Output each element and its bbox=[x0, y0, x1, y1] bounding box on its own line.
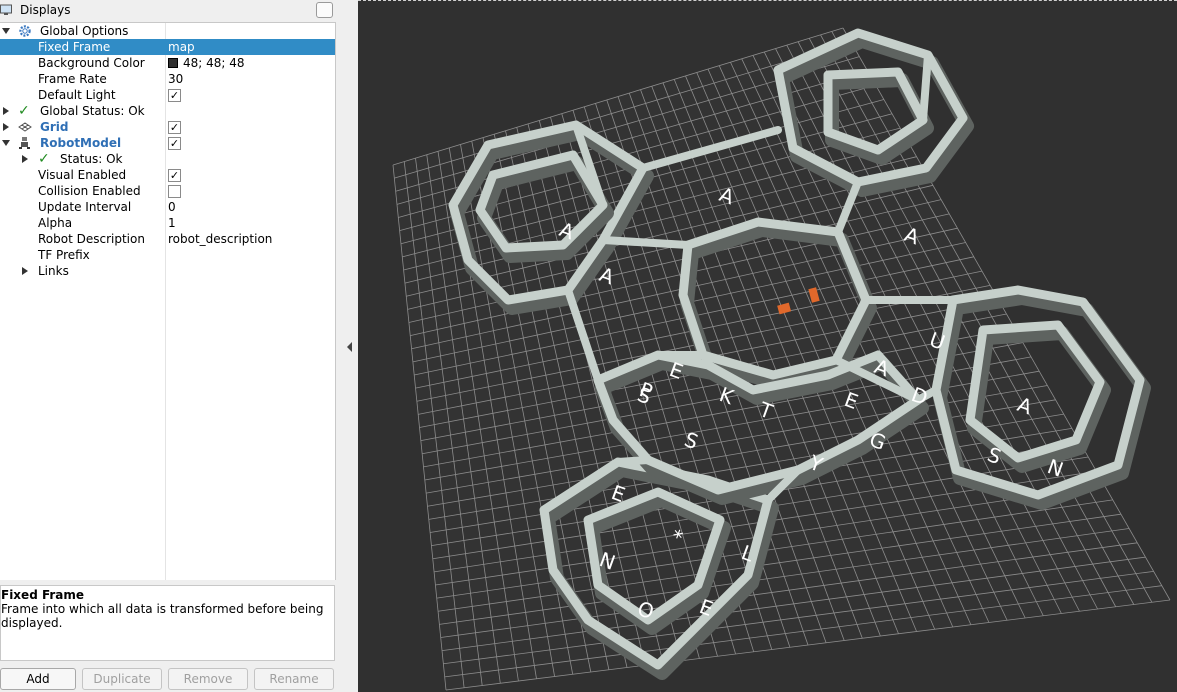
tree-row-alpha[interactable]: Alpha 1 bbox=[0, 215, 335, 231]
display-name: Grid bbox=[40, 120, 69, 134]
duplicate-button[interactable]: Duplicate bbox=[82, 668, 162, 690]
undock-button[interactable] bbox=[316, 2, 333, 18]
tree-label: Global Options bbox=[40, 24, 129, 38]
panel-title: Displays bbox=[20, 3, 71, 17]
tree-row-background-color[interactable]: Background Color 48; 48; 48 bbox=[0, 55, 335, 71]
property-label: Fixed Frame bbox=[38, 40, 111, 54]
collision-enabled-checkbox[interactable] bbox=[168, 185, 181, 198]
property-label: Background Color bbox=[38, 56, 145, 70]
expand-arrow-icon[interactable] bbox=[3, 123, 9, 131]
tree-row-global-status[interactable]: ✓ Global Status: Ok bbox=[0, 103, 335, 119]
tree-row-frame-rate[interactable]: Frame Rate 30 bbox=[0, 71, 335, 87]
3d-scene[interactable]: AAAESTYKUPSEGAD AS NAEN*LO E bbox=[358, 0, 1177, 692]
add-button[interactable]: Add bbox=[0, 668, 76, 690]
tree-row-tf-prefix[interactable]: TF Prefix bbox=[0, 247, 335, 263]
tree-row-grid[interactable]: Grid ✓ bbox=[0, 119, 335, 135]
tree-row-visual-enabled[interactable]: Visual Enabled ✓ bbox=[0, 167, 335, 183]
collapse-arrow-icon[interactable] bbox=[2, 140, 10, 146]
property-label: Collision Enabled bbox=[38, 184, 141, 198]
tree-row-robot-description[interactable]: Robot Description robot_description bbox=[0, 231, 335, 247]
description-title: Fixed Frame bbox=[1, 588, 85, 602]
background-color-value[interactable]: 48; 48; 48 bbox=[168, 55, 245, 71]
tree-row-default-light[interactable]: Default Light ✓ bbox=[0, 87, 335, 103]
remove-button[interactable]: Remove bbox=[168, 668, 248, 690]
expand-arrow-icon[interactable] bbox=[22, 155, 28, 163]
alpha-value[interactable]: 1 bbox=[168, 215, 176, 231]
wall-corridor bbox=[599, 236, 692, 249]
rename-button[interactable]: Rename bbox=[254, 668, 334, 690]
default-light-checkbox[interactable]: ✓ bbox=[168, 89, 181, 102]
expand-arrow-icon[interactable] bbox=[22, 267, 28, 275]
checkmark-icon: ✓ bbox=[18, 103, 30, 119]
tree-row-links[interactable]: Links bbox=[0, 263, 335, 279]
3d-viewport[interactable]: A A A E S T Y K U P S E G A D A S N A E N * L O E bbox=[358, 0, 1177, 692]
ground-grid bbox=[392, 27, 1171, 691]
robot-description-value[interactable]: robot_description bbox=[168, 231, 272, 247]
color-swatch[interactable] bbox=[168, 58, 178, 68]
visual-enabled-checkbox[interactable]: ✓ bbox=[168, 169, 181, 182]
property-label: Visual Enabled bbox=[38, 168, 127, 182]
fixed-frame-value[interactable]: map bbox=[168, 39, 195, 55]
property-label: Update Interval bbox=[38, 200, 132, 214]
property-label: Default Light bbox=[38, 88, 116, 102]
update-interval-value[interactable]: 0 bbox=[168, 199, 176, 215]
property-label: TF Prefix bbox=[38, 248, 90, 262]
display-name: RobotModel bbox=[40, 136, 122, 150]
checkmark-icon: ✓ bbox=[38, 151, 50, 167]
property-tree[interactable]: Global Options Fixed Frame map Backgroun… bbox=[0, 22, 336, 580]
tree-label: Status: Ok bbox=[60, 152, 123, 166]
hide-panel-arrow-icon[interactable] bbox=[347, 342, 352, 352]
wall-corridor bbox=[614, 456, 652, 466]
robot-model-enabled-checkbox[interactable]: ✓ bbox=[168, 137, 181, 150]
displays-panel: Displays Global Options Fixed Frame map … bbox=[0, 0, 336, 692]
gear-icon bbox=[19, 25, 31, 37]
property-label: Alpha bbox=[38, 216, 73, 230]
tree-row-collision-enabled[interactable]: Collision Enabled bbox=[0, 183, 335, 199]
frame-rate-value[interactable]: 30 bbox=[168, 71, 183, 87]
panel-titlebar: Displays bbox=[0, 0, 336, 21]
tree-row-robot-model[interactable]: RobotModel ✓ bbox=[0, 135, 335, 151]
tree-row-fixed-frame[interactable]: Fixed Frame map bbox=[0, 39, 335, 55]
expand-arrow-icon[interactable] bbox=[3, 107, 9, 115]
collapse-arrow-icon[interactable] bbox=[2, 28, 10, 34]
property-description: Fixed Frame Frame into which all data is… bbox=[0, 585, 335, 661]
property-label: Frame Rate bbox=[38, 72, 107, 86]
color-text: 48; 48; 48 bbox=[183, 56, 245, 70]
grid-enabled-checkbox[interactable]: ✓ bbox=[168, 121, 181, 134]
robot-icon bbox=[19, 137, 30, 149]
display-buttons: Add Duplicate Remove Rename bbox=[0, 667, 336, 692]
tree-row-status[interactable]: ✓ Status: Ok bbox=[0, 151, 335, 167]
tree-row-update-interval[interactable]: Update Interval 0 bbox=[0, 199, 335, 215]
description-text: Frame into which all data is transformed… bbox=[1, 602, 324, 630]
tree-label: Links bbox=[38, 264, 69, 278]
tree-label: Global Status: Ok bbox=[40, 104, 145, 118]
viewport-focus-border bbox=[358, 0, 1177, 1]
tree-row-global-options[interactable]: Global Options bbox=[0, 23, 335, 39]
grid-icon bbox=[18, 122, 32, 132]
property-label: Robot Description bbox=[38, 232, 145, 246]
wall-corridor bbox=[919, 51, 932, 124]
monitor-icon bbox=[0, 4, 12, 15]
